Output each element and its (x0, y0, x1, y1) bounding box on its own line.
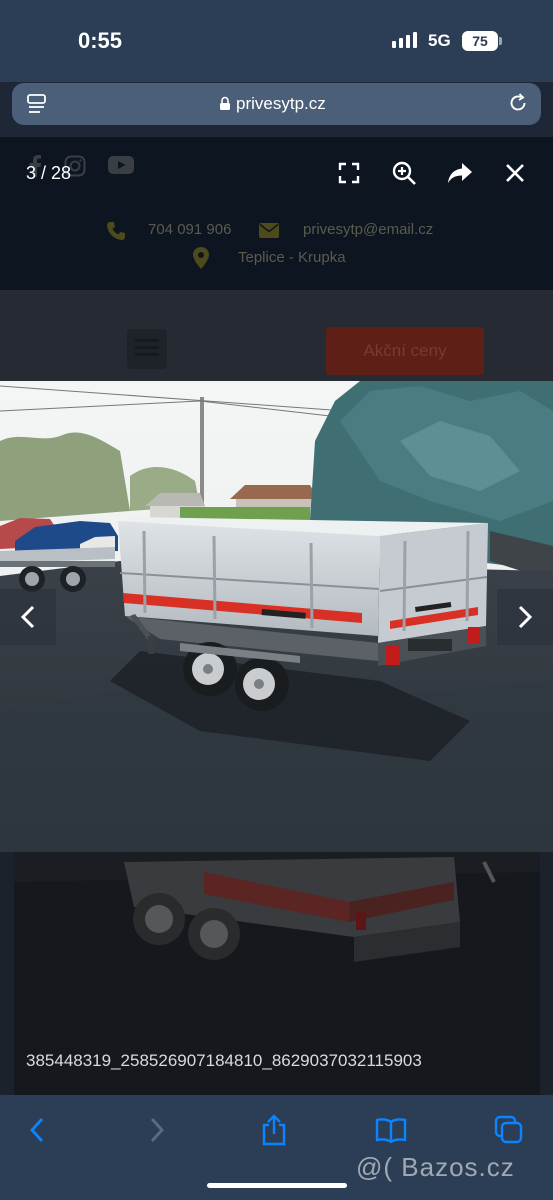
fullscreen-icon[interactable] (334, 158, 364, 188)
previous-image-button[interactable] (0, 589, 56, 645)
tabs-icon[interactable] (492, 1113, 526, 1147)
close-icon[interactable] (500, 158, 530, 188)
share-arrow-icon[interactable] (445, 158, 475, 188)
next-image-button[interactable] (497, 589, 553, 645)
location-pin-icon (193, 247, 209, 274)
status-time: 0:55 (78, 28, 123, 53)
address-bar[interactable]: privesytp.cz (12, 83, 541, 125)
contact-email[interactable]: privesytp@email.cz (303, 221, 433, 238)
cellular-signal-icon (392, 32, 417, 48)
zoom-in-icon[interactable] (389, 158, 419, 188)
image-counter: 3 / 28 (26, 163, 72, 183)
image-filename: 385448319_258526907184810_86290370321159… (26, 1051, 422, 1070)
reload-icon[interactable] (507, 92, 529, 119)
home-indicator (207, 1183, 347, 1188)
battery-icon: 75 (462, 31, 498, 51)
battery-tip (499, 37, 502, 45)
mail-icon (259, 223, 279, 243)
youtube-icon[interactable] (108, 155, 134, 175)
forward-icon[interactable] (140, 1113, 174, 1147)
promo-button[interactable]: Akční ceny (326, 327, 484, 375)
back-icon[interactable] (20, 1113, 54, 1147)
url-text[interactable]: privesytp.cz (236, 94, 326, 114)
bookmarks-icon[interactable] (374, 1113, 408, 1147)
share-icon[interactable] (257, 1113, 291, 1147)
bazos-watermark: @( Bazos.cz (356, 1152, 515, 1182)
phone-icon (106, 221, 126, 246)
reader-mode-icon[interactable] (26, 93, 48, 120)
contact-phone[interactable]: 704 091 906 (148, 221, 231, 238)
status-bar: 0:55 5G 75 (0, 0, 553, 82)
trailer-photo (0, 381, 553, 852)
contact-location: Teplice - Krupka (238, 249, 346, 266)
network-type: 5G (428, 31, 451, 50)
hamburger-menu-icon[interactable] (127, 329, 167, 369)
chevron-left-icon (20, 605, 35, 629)
chevron-right-icon (518, 605, 533, 629)
lock-icon (219, 96, 231, 116)
